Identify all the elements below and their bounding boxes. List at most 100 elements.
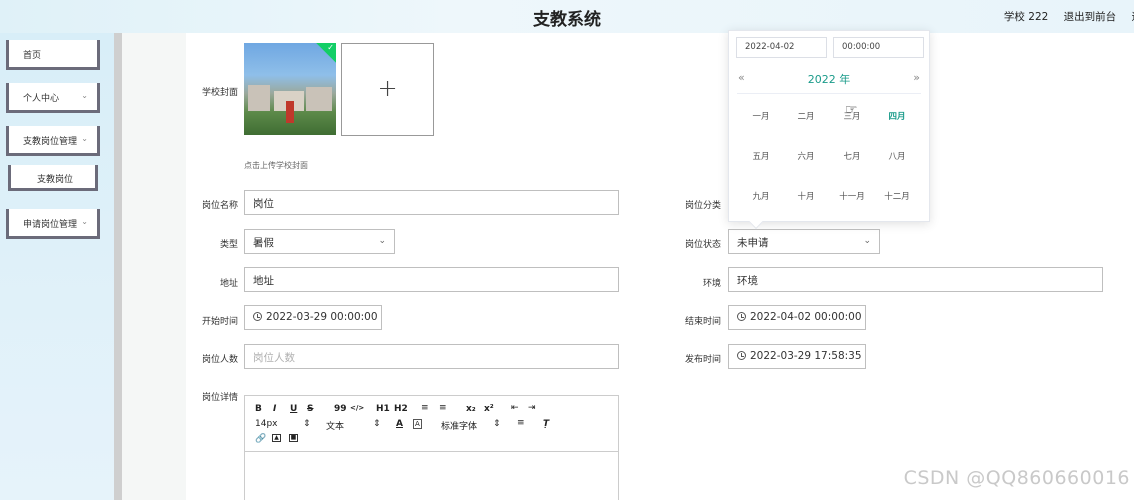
sidebar-item-application-management[interactable]: 申请岗位管理 ⌄ [6,209,100,239]
text-style-select[interactable]: 文本 [326,419,344,432]
outdent-icon[interactable]: ⇤ [511,403,519,413]
sidebar-subitem-position[interactable]: 支教岗位 [8,165,98,191]
start-time-input[interactable]: 2022-03-29 00:00:00 [244,305,382,330]
indent-icon[interactable]: ⇥ [528,403,536,413]
sidebar-item-label: 支教岗位 [37,175,74,185]
school-cover-image[interactable]: ✓ [244,43,336,135]
month-cell[interactable]: 一月 [741,110,781,122]
environment-label: 环境 [702,279,721,289]
sidebar-item-personal-center[interactable]: 个人中心 ⌄ [6,83,100,113]
type-select[interactable]: 暑假 ⌄ [244,229,395,254]
clear-format-icon[interactable]: Ṭ [543,419,549,429]
month-cell[interactable]: 十一月 [832,190,872,202]
font-family-select[interactable]: 标准字体 [441,419,477,432]
sidebar-item-label: 支教岗位管理 [23,137,78,147]
next-year-icon[interactable]: » [913,71,920,84]
month-cell[interactable]: 九月 [741,190,781,202]
start-time-label: 开始时间 [201,317,238,327]
month-cell[interactable]: 六月 [786,150,826,162]
superscript-icon[interactable]: x² [484,404,494,414]
strike-icon[interactable]: S [307,404,313,414]
bullet-list-icon[interactable]: ≡ [439,403,447,413]
picker-year-label[interactable]: 2022 年 [729,71,929,87]
month-cell-current[interactable]: 四月 [877,110,917,122]
status-select[interactable]: 未申请 ⌄ [728,229,880,254]
clock-icon [737,351,746,360]
image-icon[interactable]: ▲ [272,434,281,442]
chevron-updown-icon: ⇕ [373,419,381,429]
month-picker-popup: 2022-04-02 00:00:00 « 2022 年 » 一月 二月 三月 … [728,30,930,230]
status-label: 岗位状态 [684,240,721,250]
top-bar: 支教系统 学校 222 退出到前台 退 [0,0,1134,33]
end-time-input[interactable]: 2022-04-02 00:00:00 [728,305,866,330]
chevron-down-icon: ⌄ [81,91,88,100]
month-cell[interactable]: 五月 [741,150,781,162]
bold-icon[interactable]: B [255,404,262,414]
publish-time-input[interactable]: 2022-03-29 17:58:35 [728,344,866,369]
cover-label: 学校封面 [201,88,238,98]
month-cell[interactable]: 二月 [786,110,826,122]
publish-time-value: 2022-03-29 17:58:35 [750,350,862,362]
code-icon[interactable]: </> [350,404,364,412]
video-icon[interactable]: ■ [289,434,298,442]
editor-toolbar: B I U S 99 </> H1 H2 ≡ ≡ x₂ x² ⇤ ⇥ 14px … [245,396,618,452]
hand-cursor-icon: ☞ [845,102,858,118]
subscript-icon[interactable]: x₂ [466,404,476,414]
user-menu[interactable]: 学校 222 [1004,11,1048,23]
start-time-value: 2022-03-29 00:00:00 [266,311,378,323]
ordered-list-icon[interactable]: ≡ [421,403,429,413]
exit-to-frontend-link[interactable]: 退出到前台 [1064,11,1117,23]
sidebar-item-position-management[interactable]: 支教岗位管理 ⌄ [6,126,100,156]
publish-time-label: 发布时间 [684,355,721,365]
month-cell[interactable]: 十月 [786,190,826,202]
rich-text-editor: B I U S 99 </> H1 H2 ≡ ≡ x₂ x² ⇤ ⇥ 14px … [244,395,619,500]
month-cell[interactable]: 七月 [832,150,872,162]
watermark: CSDN @QQ860660016 [903,467,1130,489]
font-color-icon[interactable]: A [396,419,403,429]
upload-hint: 点击上传学校封面 [244,161,308,170]
app-title: 支教系统 [533,10,601,30]
sidebar-item-label: 个人中心 [23,94,60,104]
plus-icon: + [377,74,398,102]
position-name-input[interactable]: 岗位 [244,190,619,215]
font-size-select[interactable]: 14px [255,419,278,429]
clock-icon [253,312,262,321]
top-right-menu: 学校 222 退出到前台 退 [992,9,1134,24]
chevron-down-icon: ⌄ [863,236,871,246]
picker-date-input[interactable]: 2022-04-02 [736,37,827,58]
count-input[interactable]: 岗位人数 [244,344,619,369]
sidebar-item-label: 申请岗位管理 [23,220,78,230]
h2-icon[interactable]: H2 [394,404,408,414]
clock-icon [737,312,746,321]
background-icon[interactable]: A [413,419,422,429]
month-cell[interactable]: 八月 [877,150,917,162]
quote-icon[interactable]: 99 [334,404,347,414]
status-value: 未申请 [737,237,769,249]
chevron-down-icon: ⌄ [81,217,88,226]
upload-button[interactable]: + [341,43,434,136]
link-icon[interactable]: 🔗 [255,434,266,444]
chevron-updown-icon: ⇕ [493,419,501,429]
type-label: 类型 [219,240,238,250]
chevron-updown-icon: ⇕ [303,419,311,429]
environment-input[interactable]: 环境 [728,267,1103,292]
address-label: 地址 [219,279,238,289]
details-label: 岗位详情 [201,393,238,403]
month-cell[interactable]: 十二月 [877,190,917,202]
sidebar-item-home[interactable]: 首页 [6,40,100,70]
h1-icon[interactable]: H1 [376,404,390,414]
chevron-down-icon: ⌄ [81,134,88,143]
picker-divider [737,93,921,94]
chevron-down-icon: ⌄ [378,236,386,246]
check-icon: ✓ [327,43,334,52]
type-value: 暑假 [253,237,274,249]
picker-time-input[interactable]: 00:00:00 [833,37,924,58]
end-time-label: 结束时间 [684,317,721,327]
count-label: 岗位人数 [201,355,238,365]
align-icon[interactable]: ≡ [517,418,525,428]
category-label: 岗位分类 [684,201,721,211]
underline-icon[interactable]: U [290,404,297,414]
italic-icon[interactable]: I [273,404,276,414]
address-input[interactable]: 地址 [244,267,619,292]
end-time-value: 2022-04-02 00:00:00 [750,311,862,323]
